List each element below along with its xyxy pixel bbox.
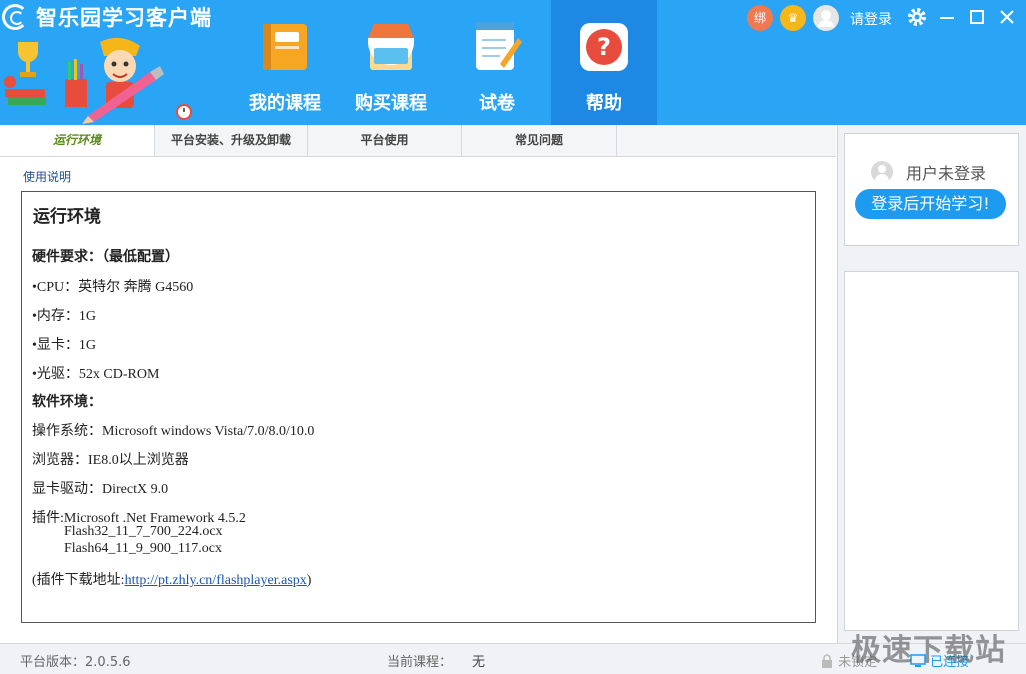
software-heading: 软件环境： bbox=[32, 394, 102, 410]
cpu-requirement: •CPU：英特尔 奔腾 G4560 bbox=[32, 280, 194, 295]
plugin-download-line: (插件下载地址:http://pt.zhly.cn/flashplayer.as… bbox=[32, 569, 311, 589]
app-logo: 智乐园学习客户端 bbox=[2, 3, 212, 31]
gpu-requirement: •显卡：1G bbox=[32, 338, 97, 353]
memory-requirement: •内存：1G bbox=[32, 309, 97, 324]
maximize-icon[interactable] bbox=[966, 6, 988, 28]
tab-runtime-env[interactable]: 运行环境 bbox=[0, 125, 155, 156]
section-title: 运行环境 bbox=[33, 207, 101, 227]
plugin-label: 插件: bbox=[32, 511, 64, 526]
tab-platform-usage[interactable]: 平台使用 bbox=[308, 125, 462, 156]
usage-instructions-link[interactable]: 使用说明 bbox=[23, 168, 71, 185]
nav-buy-courses[interactable]: 购买课程 bbox=[338, 0, 444, 125]
login-link[interactable]: 请登录 bbox=[850, 9, 892, 29]
nav-exam[interactable]: 试卷 bbox=[444, 0, 550, 125]
exam-paper-icon bbox=[476, 22, 522, 70]
minimize-icon[interactable] bbox=[936, 6, 958, 28]
drive-requirement: •光驱：52x CD-ROM bbox=[32, 367, 160, 382]
driver-requirement: 显卡驱动：DirectX 9.0 bbox=[32, 482, 169, 497]
app-title: 智乐园学习客户端 bbox=[36, 6, 212, 30]
plugin-item: Flash64_11_9_900_117.ocx bbox=[64, 541, 223, 556]
user-status-text: 用户未登录 bbox=[906, 164, 987, 183]
cartoon-student-illustration bbox=[4, 37, 192, 124]
lock-icon bbox=[822, 654, 832, 668]
hardware-heading: 硬件要求：（最低配置） bbox=[32, 249, 179, 265]
content-box: 运行环境 硬件要求：（最低配置） •CPU：英特尔 奔腾 G4560 •内存：1… bbox=[21, 191, 816, 623]
login-start-button[interactable]: 登录后开始学习! bbox=[855, 189, 1006, 219]
tab-install-upgrade[interactable]: 平台安装、升级及卸载 bbox=[155, 125, 308, 156]
plugin-download-link[interactable]: http://pt.zhly.cn/flashplayer.aspx bbox=[125, 573, 307, 588]
nav-help[interactable]: ? 帮助 bbox=[551, 0, 657, 125]
shop-icon bbox=[368, 24, 414, 70]
close-icon[interactable] bbox=[996, 6, 1018, 28]
help-icon: ? bbox=[580, 23, 628, 71]
nav-my-courses[interactable]: 我的课程 bbox=[232, 0, 338, 125]
side-panel-empty bbox=[844, 271, 1019, 631]
nav-label: 试卷 bbox=[479, 93, 515, 114]
gear-icon[interactable] bbox=[906, 6, 928, 28]
current-course-value: 无 bbox=[472, 655, 486, 670]
watermark-text: 极速下载站 bbox=[851, 633, 1006, 668]
user-login-card: 用户未登录 登录后开始学习! bbox=[844, 133, 1019, 246]
vip-crown-icon[interactable]: ♛ bbox=[780, 5, 806, 31]
nav-label: 帮助 bbox=[586, 93, 622, 114]
app-header: 智乐园学习客户端 我的课程 购买课程 试卷 ? 帮助 绑 ♛ 请登录 bbox=[0, 0, 1026, 125]
svg-text:?: ? bbox=[597, 33, 611, 61]
download-suffix: ) bbox=[306, 573, 312, 588]
user-status-row: 用户未登录 bbox=[871, 160, 986, 184]
download-prefix: (插件下载地址: bbox=[32, 573, 125, 588]
version-value: 2.0.5.6 bbox=[85, 655, 131, 670]
nav-label: 我的课程 bbox=[249, 93, 321, 114]
tab-faq[interactable]: 常见问题 bbox=[462, 125, 617, 156]
nav-label: 购买课程 bbox=[355, 93, 427, 114]
logo-icon bbox=[2, 4, 28, 30]
bind-badge[interactable]: 绑 bbox=[747, 5, 773, 31]
help-content-panel: 运行环境 平台安装、升级及卸载 平台使用 常见问题 使用说明 运行环境 硬件要求… bbox=[0, 125, 838, 643]
version-info: 平台版本：2.0.5.6 bbox=[20, 651, 131, 670]
os-requirement: 操作系统：Microsoft windows Vista/7.0/8.0/10.… bbox=[32, 424, 315, 439]
plugin-item: Flash32_11_7_700_224.ocx bbox=[64, 524, 223, 539]
course-book-icon bbox=[263, 24, 307, 70]
help-subtabs: 运行环境 平台安装、升级及卸载 平台使用 常见问题 bbox=[0, 125, 836, 157]
browser-requirement: 浏览器：IE8.0以上浏览器 bbox=[32, 453, 189, 468]
current-course-label: 当前课程： bbox=[387, 655, 453, 670]
user-avatar-icon[interactable] bbox=[813, 5, 839, 31]
version-label: 平台版本： bbox=[20, 655, 86, 670]
user-avatar-icon bbox=[871, 161, 893, 183]
